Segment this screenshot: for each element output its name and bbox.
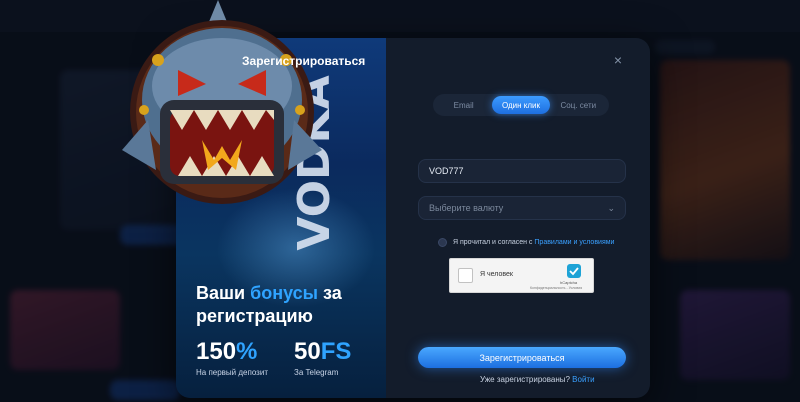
- terms-link[interactable]: Правилами и условиями: [534, 239, 614, 246]
- terms-text: Я прочитал и согласен с: [453, 239, 535, 246]
- promo-title: Ваши бонусы за регистрацию: [196, 282, 376, 328]
- stat-value: 50: [293, 338, 321, 365]
- promo-title-part1: Ваши: [196, 283, 251, 303]
- stat-unit: %: [236, 338, 258, 365]
- login-prompt: Уже зарегистрированы? Войти: [480, 375, 595, 384]
- tab-one-click[interactable]: Один клик: [492, 96, 550, 114]
- register-button[interactable]: Зарегистрироваться: [418, 347, 626, 368]
- login-link[interactable]: Войти: [572, 375, 594, 384]
- stat-label: На первый депозит: [196, 368, 268, 377]
- terms-agreement: Я прочитал и согласен с Правилами и усло…: [438, 238, 614, 247]
- close-icon[interactable]: ×: [610, 52, 626, 68]
- captcha-brand: hCaptcha: [560, 280, 578, 285]
- captcha-terms[interactable]: Конфиденциальность - Условия: [530, 286, 582, 290]
- tab-email[interactable]: Email: [435, 96, 492, 114]
- registration-method-tabs: Email Один клик Соц. сети: [433, 94, 609, 116]
- shark-mascot-image: [108, 0, 340, 228]
- tab-social[interactable]: Соц. сети: [550, 96, 607, 114]
- currency-placeholder: Выберите валюту: [429, 203, 504, 213]
- hcaptcha-logo-icon: [567, 264, 581, 278]
- chevron-down-icon: ⌄: [607, 202, 615, 213]
- hcaptcha-widget: Я человек hCaptcha Конфиденциальность - …: [449, 258, 594, 293]
- stat-unit: FS: [320, 338, 352, 365]
- captcha-label: Я человек: [480, 271, 513, 278]
- stat-label: За Telegram: [293, 368, 339, 377]
- login-prompt-text: Уже зарегистрированы?: [480, 375, 573, 384]
- username-field[interactable]: VOD777: [418, 159, 626, 183]
- username-value: VOD777: [429, 166, 464, 176]
- stat-deposit: 150% На первый депозит: [196, 338, 268, 377]
- captcha-checkbox[interactable]: [458, 268, 473, 283]
- promo-title-accent: бонусы: [250, 283, 319, 303]
- stat-telegram: 50FS За Telegram: [294, 338, 351, 377]
- stat-value: 150: [196, 338, 237, 365]
- currency-select[interactable]: Выберите валюту ⌄: [418, 196, 626, 220]
- form-title: Зарегистрироваться: [242, 54, 366, 68]
- terms-checkbox[interactable]: [438, 238, 447, 247]
- promo-stats: 150% На первый депозит 50FS За Telegram: [196, 338, 351, 377]
